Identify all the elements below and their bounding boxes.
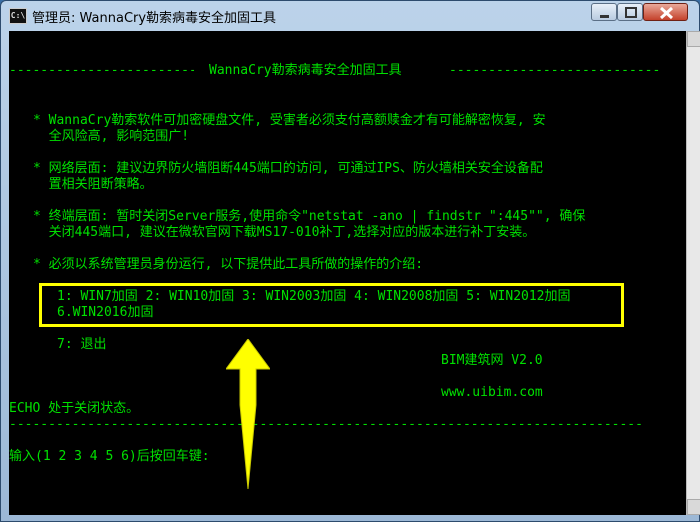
exit-option: 7: 退出: [57, 337, 107, 352]
bullet-2-line-1: * 网络层面: 建议边界防火墙阻断445端口的访问, 可通过IPS、防火墙相关安…: [33, 161, 543, 176]
website-label: www.uibim.com: [441, 385, 543, 400]
input-prompt[interactable]: 输入(1 2 3 4 5 6)后按回车键:: [9, 449, 210, 465]
echo-status: ECHO 处于关闭状态。: [9, 401, 140, 416]
brand-label: BIM建筑网 V2.0: [441, 353, 543, 368]
footer-divider: ----------------------------------------…: [9, 417, 643, 432]
minimize-button[interactable]: [591, 3, 617, 21]
title-bar[interactable]: C:\ 管理员: WannaCry勒索病毒安全加固工具: [1, 1, 699, 31]
vertical-scrollbar[interactable]: [686, 31, 700, 515]
scroll-down-icon[interactable]: [687, 499, 700, 515]
close-button[interactable]: [643, 3, 688, 21]
bullet-1-line-1: * WannaCry勒索软件可加密硬盘文件, 受害者必须支付高额赎金才有可能解密…: [33, 113, 546, 128]
bullet-2-line-2: 置相关阻断策略。: [33, 177, 153, 192]
menu-highlight-box: [39, 283, 624, 327]
console-output[interactable]: ------------------------- WannaCry勒索病毒安全…: [9, 31, 686, 515]
bullet-1-line-2: 全风险高, 影响范围广!: [33, 129, 190, 144]
header-divider-right: ---------------------------: [449, 63, 661, 78]
scroll-up-icon[interactable]: [687, 31, 700, 47]
header-title: WannaCry勒索病毒安全加固工具: [209, 63, 402, 78]
console-window: C:\ 管理员: WannaCry勒索病毒安全加固工具 ------------…: [0, 0, 700, 522]
minimize-icon: [600, 15, 609, 18]
header-divider-left: -------------------------: [9, 63, 194, 78]
maximize-button[interactable]: [617, 3, 643, 21]
bullet-3-line-2: 关闭445端口, 建议在微软官网下载MS17-010补丁,选择对应的版本进行补丁…: [33, 225, 536, 240]
bullet-4-line-1: * 必须以系统管理员身份运行, 以下提供此工具所做的操作的介绍:: [33, 257, 424, 272]
bullet-3-line-1: * 终端层面: 暂时关闭Server服务,使用命令"netstat -ano |…: [33, 209, 586, 224]
console-icon[interactable]: C:\: [9, 8, 27, 24]
maximize-icon: [625, 7, 637, 18]
up-arrow-annotation: [226, 339, 270, 490]
close-icon: [659, 6, 674, 20]
window-title: 管理员: WannaCry勒索病毒安全加固工具: [32, 11, 277, 26]
